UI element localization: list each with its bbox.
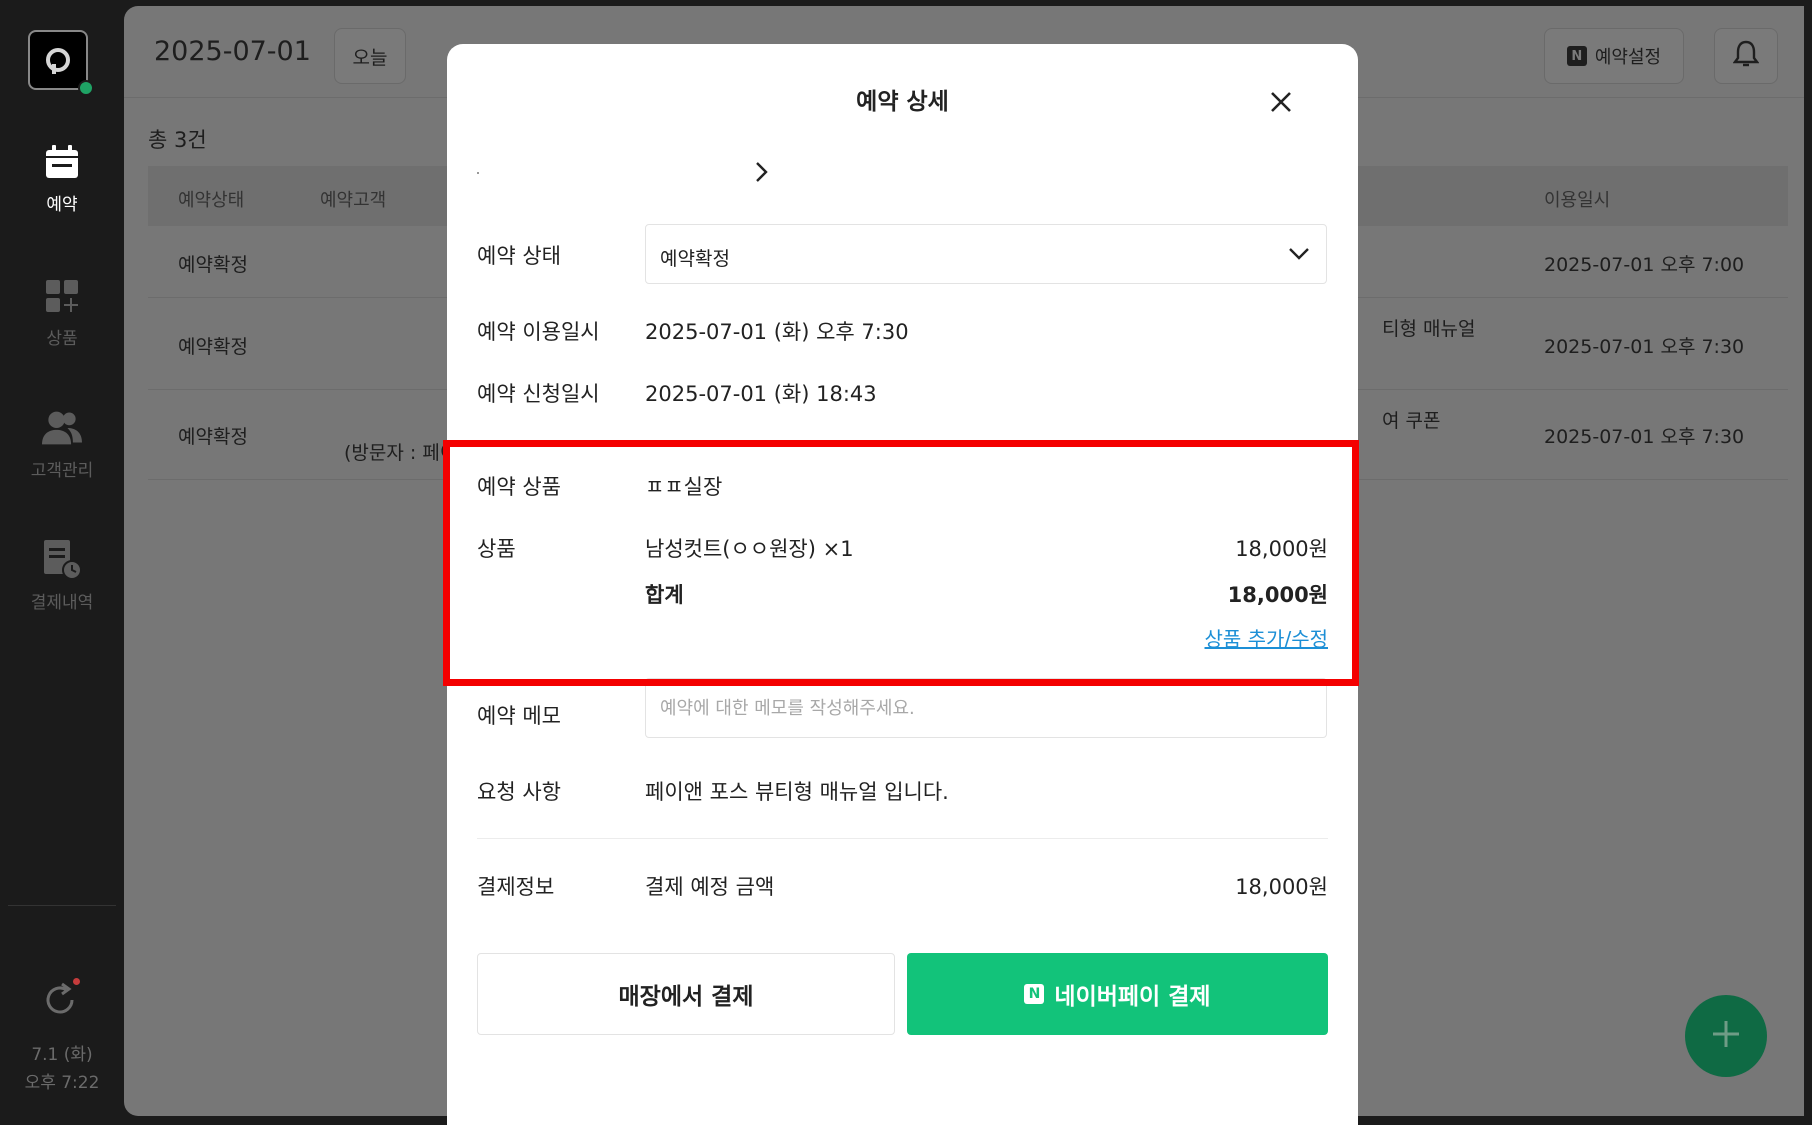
close-icon xyxy=(1263,92,1299,124)
row-product: 티형 매뉴얼 xyxy=(1382,318,1476,340)
edit-products-link[interactable]: 상품 추가/수정 xyxy=(1205,623,1329,652)
sidebar-item-reservation[interactable]: 예약 xyxy=(0,142,124,215)
products-label: 상품 xyxy=(477,537,516,561)
row-status: 예약확정 xyxy=(178,254,248,276)
memo-label: 예약 메모 xyxy=(477,704,561,728)
sidebar-item-label: 고객관리 xyxy=(30,461,94,481)
plus-icon xyxy=(1711,1019,1741,1053)
sidebar-date: 7.1 (화) xyxy=(31,1045,93,1065)
calendar-icon xyxy=(42,142,82,182)
row-status: 예약확정 xyxy=(178,336,248,358)
sidebar-item-products[interactable]: 상품 xyxy=(0,276,124,349)
row-product: 여 쿠폰 xyxy=(1382,410,1441,432)
reservation-settings-button[interactable]: N 예약설정 xyxy=(1544,28,1684,84)
col-header-use-datetime: 이용일시 xyxy=(1544,190,1611,211)
chevron-down-icon xyxy=(1288,245,1310,267)
row-status: 예약확정 xyxy=(178,426,248,448)
customer-detail-link[interactable] xyxy=(477,154,768,190)
total-label: 합계 xyxy=(645,583,684,607)
total-count: 총 3건 xyxy=(148,128,207,152)
payment-sub-label: 결제 예정 금액 xyxy=(645,875,775,899)
chevron-right-icon xyxy=(753,160,771,188)
sidebar-item-label: 결제내역 xyxy=(30,593,94,613)
sidebar-time: 오후 7:22 xyxy=(24,1073,100,1093)
close-button[interactable] xyxy=(1263,84,1299,120)
payment-amount: 18,000원 xyxy=(1235,875,1328,899)
row-use-datetime: 2025-07-01 오후 7:00 xyxy=(1544,254,1745,276)
request-datetime-label: 예약 신청일시 xyxy=(477,382,600,406)
product-item-name: 남성컷트(ㅇㅇ원장) ×1 xyxy=(645,537,854,561)
bell-icon xyxy=(1732,40,1760,72)
request-value: 페이앤 포스 뷰티형 매뉴얼 입니다. xyxy=(645,780,949,804)
add-reservation-fab[interactable] xyxy=(1685,995,1767,1077)
status-label: 예약 상태 xyxy=(477,244,561,268)
online-status-dot xyxy=(78,80,94,96)
logo-mark-icon xyxy=(46,48,70,74)
use-datetime-label: 예약 이용일시 xyxy=(477,320,600,344)
naver-pay-label: 네이버페이 결제 xyxy=(1054,984,1211,1010)
payment-label: 결제정보 xyxy=(477,875,555,899)
row-use-datetime: 2025-07-01 오후 7:30 xyxy=(1544,426,1745,448)
sidebar-item-payments[interactable]: 결제내역 xyxy=(0,540,124,613)
naver-n-icon: N xyxy=(1024,984,1045,1004)
section-divider xyxy=(477,838,1328,839)
col-header-status: 예약상태 xyxy=(178,190,245,211)
sidebar: 예약 상품 고객관리 결제내역 7.1 (화) 오후 7:22 xyxy=(0,0,124,1125)
today-button[interactable]: 오늘 xyxy=(334,28,406,84)
app-logo[interactable] xyxy=(28,30,94,96)
naver-pay-button[interactable]: N 네이버페이 결제 xyxy=(907,953,1328,1035)
product-item-price: 18,000원 xyxy=(1235,537,1328,561)
row-use-datetime: 2025-07-01 오후 7:30 xyxy=(1544,336,1745,358)
pay-in-store-button[interactable]: 매장에서 결제 xyxy=(477,953,895,1035)
current-date[interactable]: 2025-07-01 xyxy=(154,36,311,67)
use-datetime-value: 2025-07-01 (화) 오후 7:30 xyxy=(645,320,909,344)
receipt-clock-icon xyxy=(42,540,82,580)
sidebar-item-label: 예약 xyxy=(46,195,78,215)
reserved-product-value: ㅍㅍ실장 xyxy=(645,475,723,499)
refresh-icon[interactable] xyxy=(40,980,80,1020)
customer-name-placeholder xyxy=(477,172,479,174)
request-label: 요청 사항 xyxy=(477,780,561,804)
memo-input[interactable] xyxy=(645,678,1327,738)
sidebar-item-label: 상품 xyxy=(46,329,78,349)
notification-button[interactable] xyxy=(1714,28,1778,84)
sidebar-divider xyxy=(8,905,116,906)
modal-title: 예약 상세 xyxy=(856,89,949,115)
total-value: 18,000원 xyxy=(1227,583,1328,607)
reserved-product-label: 예약 상품 xyxy=(477,475,561,499)
settings-label: 예약설정 xyxy=(1594,47,1662,68)
col-header-customer: 예약고객 xyxy=(320,190,387,211)
status-value: 예약확정 xyxy=(660,248,730,270)
reservation-detail-modal: 예약 상세 예약 상태 예약확정 예약 이용일시 2025-07-01 (화) … xyxy=(447,44,1358,1125)
status-select[interactable]: 예약확정 xyxy=(645,224,1327,284)
sidebar-item-customers[interactable]: 고객관리 xyxy=(0,408,124,481)
users-icon xyxy=(42,408,82,448)
naver-n-icon: N xyxy=(1566,46,1587,66)
notification-dot xyxy=(73,978,80,985)
request-datetime-value: 2025-07-01 (화) 18:43 xyxy=(645,382,877,406)
grid-plus-icon xyxy=(42,276,82,316)
